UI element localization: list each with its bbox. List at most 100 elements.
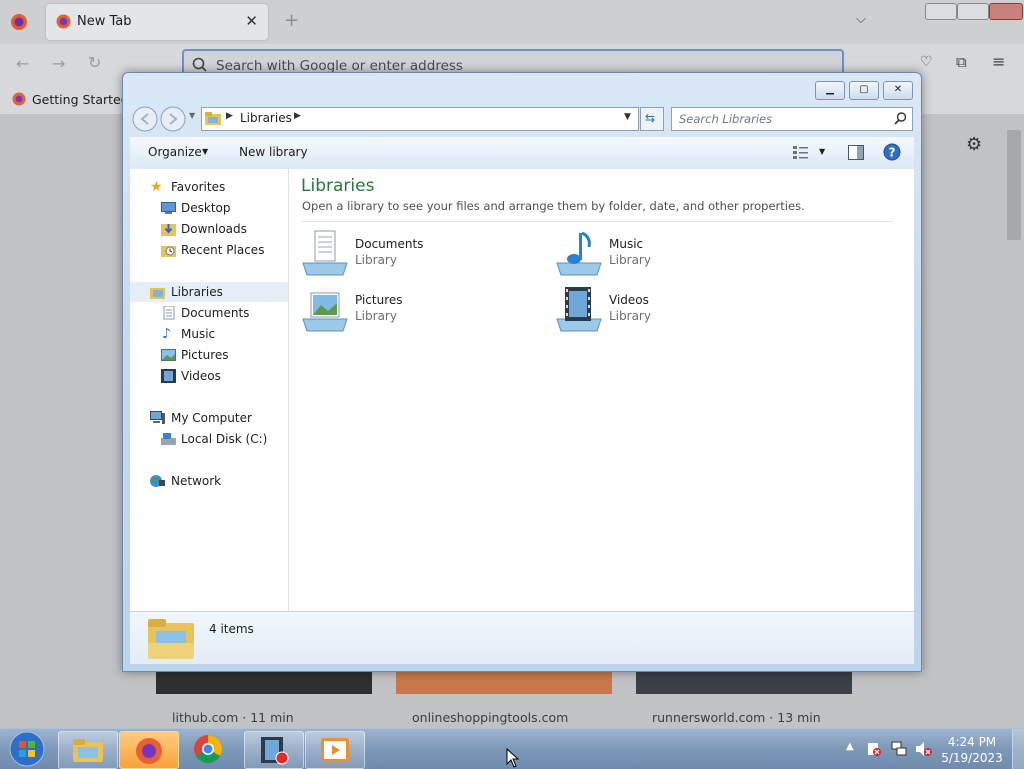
close-tab-icon[interactable]: ✕ bbox=[245, 12, 258, 30]
videos-library-icon bbox=[556, 287, 602, 332]
clock-date[interactable]: 5/19/2023 bbox=[940, 751, 1004, 765]
libraries-icon bbox=[150, 288, 165, 299]
hamburger-menu-icon[interactable]: ≡ bbox=[992, 52, 1005, 71]
extensions-icon[interactable]: ⧉ bbox=[956, 53, 967, 71]
pictures-library-icon bbox=[302, 292, 348, 332]
videos-icon bbox=[161, 369, 176, 383]
documents-icon bbox=[163, 306, 175, 320]
ff-close-button[interactable] bbox=[989, 3, 1023, 20]
back-icon[interactable] bbox=[132, 106, 158, 132]
nav-buttons bbox=[132, 106, 186, 132]
taskbar-recorder[interactable] bbox=[244, 731, 304, 769]
library-pictures-name: Pictures bbox=[355, 293, 403, 307]
chevron-down-icon[interactable]: ⌵ bbox=[856, 12, 866, 27]
page-title: Libraries bbox=[301, 176, 375, 196]
library-videos-type: Library bbox=[609, 309, 651, 323]
nav-network[interactable]: Network bbox=[130, 471, 288, 491]
taskbar-explorer[interactable] bbox=[58, 731, 118, 769]
gear-icon[interactable]: ⚙ bbox=[966, 134, 982, 155]
network-status-icon[interactable] bbox=[891, 741, 907, 757]
nav-libraries[interactable]: Libraries bbox=[130, 282, 288, 302]
pocket-icon[interactable]: ♡ bbox=[920, 54, 933, 70]
tab-title: New Tab bbox=[77, 14, 132, 29]
breadcrumb-chevron-icon[interactable]: ▶ bbox=[294, 111, 301, 121]
volume-muted-icon[interactable] bbox=[915, 741, 933, 757]
address-dropdown-icon[interactable]: ▼ bbox=[624, 112, 631, 122]
nav-downloads[interactable]: Downloads bbox=[130, 219, 288, 239]
library-videos-name: Videos bbox=[609, 293, 649, 307]
view-options-icon[interactable] bbox=[793, 145, 809, 159]
breadcrumb-libraries[interactable]: Libraries bbox=[240, 111, 292, 125]
libraries-folder-icon bbox=[205, 112, 221, 125]
card-runnersworld[interactable]: runnersworld.com · 13 min bbox=[652, 710, 821, 725]
show-desktop-button[interactable] bbox=[1012, 729, 1024, 769]
firefox-tab-new-tab[interactable]: New Tab ✕ bbox=[46, 4, 268, 40]
new-library-button[interactable]: New library bbox=[239, 145, 308, 159]
music-note-icon: ♪ bbox=[162, 326, 171, 342]
nav-documents-label: Documents bbox=[181, 306, 250, 320]
close-button[interactable]: ✕ bbox=[883, 81, 913, 100]
nav-my-computer[interactable]: My Computer bbox=[130, 408, 288, 428]
clock-time[interactable]: 4:24 PM bbox=[946, 735, 998, 749]
organize-button[interactable]: Organize bbox=[148, 145, 202, 159]
ff-minimize-button[interactable] bbox=[925, 3, 957, 20]
nav-favorites-label: Favorites bbox=[171, 180, 226, 194]
search-icon bbox=[192, 57, 207, 72]
ff-restore-button[interactable] bbox=[957, 3, 989, 20]
breadcrumb-separator-icon[interactable]: ▶ bbox=[226, 111, 233, 121]
help-icon[interactable]: ? bbox=[883, 143, 901, 161]
forward-arrow-icon[interactable]: → bbox=[52, 54, 65, 73]
nav-music[interactable]: ♪ Music bbox=[130, 324, 288, 344]
forward-icon[interactable] bbox=[160, 106, 186, 132]
search-input[interactable]: Search Libraries bbox=[671, 107, 913, 131]
maximize-button[interactable]: ▢ bbox=[849, 81, 879, 100]
nav-my-computer-label: My Computer bbox=[171, 411, 252, 425]
search-icon[interactable] bbox=[894, 112, 907, 125]
nav-pictures[interactable]: Pictures bbox=[130, 345, 288, 365]
organize-chevron-icon[interactable]: ▼ bbox=[202, 147, 208, 156]
taskbar-media-player[interactable] bbox=[305, 731, 365, 769]
bookmark-getting-started[interactable]: Getting Started bbox=[32, 92, 129, 107]
preview-pane-icon[interactable] bbox=[848, 145, 864, 160]
taskbar-firefox[interactable] bbox=[119, 731, 179, 769]
nav-music-label: Music bbox=[181, 327, 216, 341]
mouse-cursor-icon bbox=[506, 748, 520, 768]
library-pictures[interactable]: Pictures Library bbox=[301, 285, 531, 335]
nav-libraries-label: Libraries bbox=[171, 285, 223, 299]
library-videos[interactable]: Videos Library bbox=[555, 285, 785, 335]
action-center-icon[interactable] bbox=[866, 741, 882, 757]
reload-icon[interactable]: ↻ bbox=[88, 53, 101, 72]
address-bar[interactable]: ▶ Libraries ▶ ▼ bbox=[201, 107, 639, 131]
firefox-menu-icon[interactable] bbox=[10, 13, 28, 31]
nav-favorites[interactable]: ★ Favorites bbox=[130, 177, 288, 197]
content-pane: Libraries Open a library to see your fil… bbox=[289, 169, 914, 611]
scrollbar-thumb[interactable] bbox=[1007, 130, 1021, 240]
nav-local-disk[interactable]: Local Disk (C:) bbox=[130, 429, 288, 449]
library-documents[interactable]: Documents Library bbox=[301, 229, 531, 279]
chrome-icon[interactable] bbox=[193, 734, 223, 764]
recent-pages-chevron-icon[interactable]: ▼ bbox=[189, 111, 195, 120]
view-chevron-icon[interactable]: ▼ bbox=[819, 147, 825, 156]
page-subtitle: Open a library to see your files and arr… bbox=[302, 199, 805, 213]
card-onlineshoppingtools[interactable]: onlineshoppingtools.com bbox=[412, 710, 568, 725]
nav-videos[interactable]: Videos bbox=[130, 366, 288, 386]
item-count: 4 items bbox=[209, 622, 254, 636]
start-button[interactable] bbox=[8, 731, 46, 767]
nav-desktop[interactable]: Desktop bbox=[130, 198, 288, 218]
recent-places-icon bbox=[161, 246, 176, 257]
minimize-button[interactable]: ▁ bbox=[815, 81, 845, 100]
library-music[interactable]: Music Library bbox=[555, 229, 785, 279]
firefox-bookmark-icon bbox=[12, 92, 26, 106]
back-arrow-icon[interactable]: ← bbox=[16, 54, 29, 73]
computer-icon bbox=[150, 411, 165, 424]
libraries-large-icon bbox=[148, 619, 194, 659]
nav-recent-places[interactable]: Recent Places bbox=[130, 240, 288, 260]
nav-documents[interactable]: Documents bbox=[130, 303, 288, 323]
nav-local-disk-label: Local Disk (C:) bbox=[181, 432, 268, 446]
show-hidden-icons-icon[interactable]: ▲ bbox=[846, 741, 854, 752]
new-tab-icon[interactable]: + bbox=[284, 10, 299, 31]
explorer-window: ▁ ▢ ✕ ▼ ▶ Libraries ▶ ▼ ⇆ Search Librari… bbox=[122, 72, 922, 672]
card-lithub[interactable]: lithub.com · 11 min bbox=[172, 710, 294, 725]
downloads-icon bbox=[161, 224, 176, 236]
refresh-button[interactable]: ⇆ bbox=[640, 107, 664, 131]
